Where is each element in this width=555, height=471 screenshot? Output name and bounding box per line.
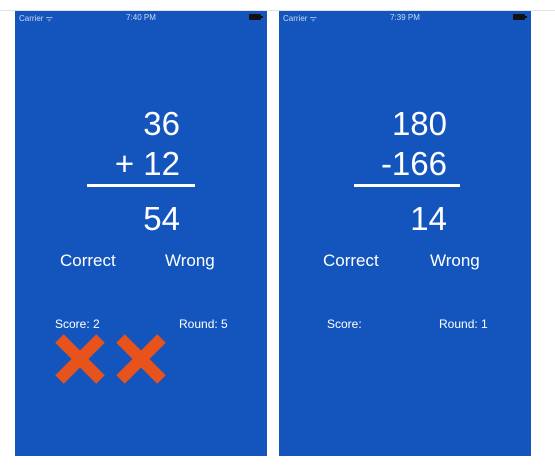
problem-answer: 14 bbox=[410, 200, 447, 237]
wrong-x-icon bbox=[116, 334, 166, 384]
problem-bottom-operand: + 12 bbox=[114, 145, 180, 182]
phone-screen-right: Carrier ᯤ 7:39 PM 180 -166 14 Correct Wr… bbox=[279, 11, 531, 456]
score-label: Score: bbox=[327, 317, 362, 331]
round-label: Round: 1 bbox=[439, 317, 488, 331]
status-time: 7:39 PM bbox=[390, 13, 420, 22]
status-bar: Carrier ᯤ 7:39 PM bbox=[279, 11, 531, 25]
wrong-x-icon bbox=[55, 334, 105, 384]
correct-button[interactable]: Correct bbox=[323, 251, 379, 271]
battery-icon bbox=[249, 14, 263, 20]
problem-top-number: 36 bbox=[143, 105, 180, 142]
wrong-button[interactable]: Wrong bbox=[165, 251, 215, 271]
sum-line bbox=[87, 184, 195, 187]
status-bar: Carrier ᯤ 7:40 PM bbox=[15, 11, 267, 25]
score-label: Score: 2 bbox=[55, 317, 100, 331]
sum-line bbox=[354, 184, 460, 187]
round-label: Round: 5 bbox=[179, 317, 228, 331]
problem-top-number: 180 bbox=[391, 105, 447, 142]
status-time: 7:40 PM bbox=[126, 13, 156, 22]
problem-answer: 54 bbox=[143, 200, 180, 237]
phone-screen-left: Carrier ᯤ 7:40 PM 36 + 12 54 Correct Wro… bbox=[15, 11, 267, 456]
battery-icon bbox=[513, 14, 527, 20]
top-border bbox=[0, 0, 555, 11]
correct-button[interactable]: Correct bbox=[60, 251, 116, 271]
problem-bottom-operand: -166 bbox=[380, 145, 447, 182]
wrong-button[interactable]: Wrong bbox=[430, 251, 480, 271]
